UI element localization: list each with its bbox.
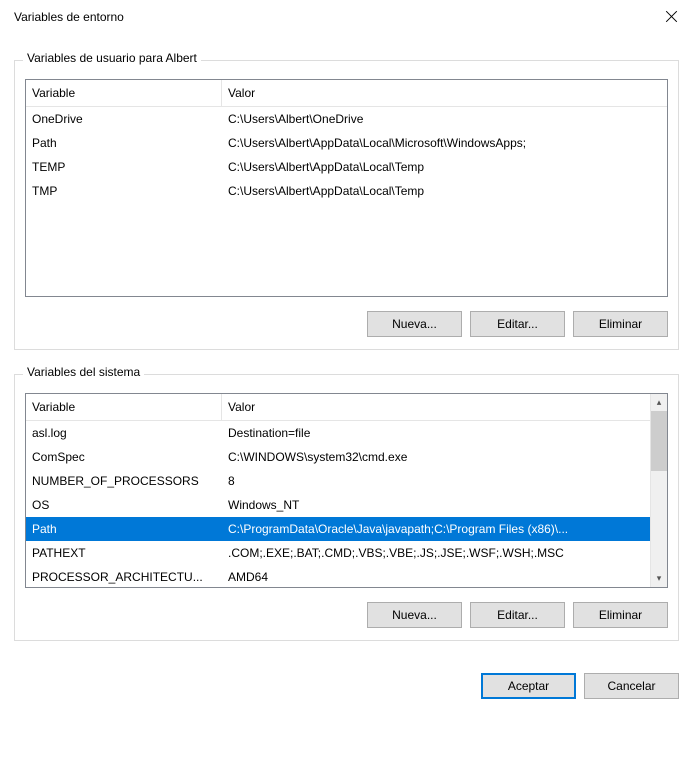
var-value-cell: C:\ProgramData\Oracle\Java\javapath;C:\P… [222, 521, 667, 537]
var-name-cell: OneDrive [26, 111, 222, 127]
close-icon[interactable] [665, 10, 679, 24]
scroll-thumb[interactable] [651, 411, 667, 471]
scroll-down-icon[interactable]: ▾ [651, 570, 667, 587]
system-vars-header: Variable Valor [26, 394, 667, 421]
column-header-value[interactable]: Valor [222, 80, 667, 106]
var-name-cell: OS [26, 497, 222, 513]
table-row[interactable]: PATHEXT.COM;.EXE;.BAT;.CMD;.VBS;.VBE;.JS… [26, 541, 667, 565]
var-value-cell: 8 [222, 473, 667, 489]
var-value-cell: C:\Users\Albert\AppData\Local\Microsoft\… [222, 135, 667, 151]
var-value-cell: C:\Users\Albert\AppData\Local\Temp [222, 183, 667, 199]
var-name-cell: NUMBER_OF_PROCESSORS [26, 473, 222, 489]
table-row[interactable]: TEMPC:\Users\Albert\AppData\Local\Temp [26, 155, 667, 179]
dialog-buttons: Aceptar Cancelar [0, 653, 693, 711]
user-vars-body: OneDriveC:\Users\Albert\OneDrivePathC:\U… [26, 107, 667, 296]
table-row[interactable]: PathC:\ProgramData\Oracle\Java\javapath;… [26, 517, 667, 541]
system-vars-buttons: Nueva... Editar... Eliminar [25, 602, 668, 628]
table-row[interactable]: OneDriveC:\Users\Albert\OneDrive [26, 107, 667, 131]
scrollbar[interactable]: ▴ ▾ [650, 394, 667, 587]
table-row[interactable]: PathC:\Users\Albert\AppData\Local\Micros… [26, 131, 667, 155]
user-vars-group: Variables de usuario para Albert Variabl… [14, 60, 679, 350]
column-header-value[interactable]: Valor [222, 394, 667, 420]
user-vars-list[interactable]: Variable Valor OneDriveC:\Users\Albert\O… [25, 79, 668, 297]
system-vars-group-title: Variables del sistema [23, 365, 144, 379]
user-edit-button[interactable]: Editar... [470, 311, 565, 337]
titlebar: Variables de entorno [0, 0, 693, 32]
var-value-cell: C:\Users\Albert\OneDrive [222, 111, 667, 127]
user-delete-button[interactable]: Eliminar [573, 311, 668, 337]
var-value-cell: Destination=file [222, 425, 667, 441]
table-row[interactable]: NUMBER_OF_PROCESSORS8 [26, 469, 667, 493]
var-value-cell: AMD64 [222, 569, 667, 585]
system-vars-body: asl.logDestination=fileComSpecC:\WINDOWS… [26, 421, 667, 587]
var-value-cell: .COM;.EXE;.BAT;.CMD;.VBS;.VBE;.JS;.JSE;.… [222, 545, 667, 561]
table-row[interactable]: OSWindows_NT [26, 493, 667, 517]
system-edit-button[interactable]: Editar... [470, 602, 565, 628]
user-vars-header: Variable Valor [26, 80, 667, 107]
table-row[interactable]: TMPC:\Users\Albert\AppData\Local\Temp [26, 179, 667, 203]
dialog-content: Variables de usuario para Albert Variabl… [0, 32, 693, 653]
user-vars-group-title: Variables de usuario para Albert [23, 51, 201, 65]
scroll-up-icon[interactable]: ▴ [651, 394, 667, 411]
var-value-cell: C:\Users\Albert\AppData\Local\Temp [222, 159, 667, 175]
table-row[interactable]: ComSpecC:\WINDOWS\system32\cmd.exe [26, 445, 667, 469]
system-vars-group: Variables del sistema Variable Valor asl… [14, 374, 679, 641]
var-value-cell: Windows_NT [222, 497, 667, 513]
table-row[interactable]: PROCESSOR_ARCHITECTU...AMD64 [26, 565, 667, 587]
table-row[interactable]: asl.logDestination=file [26, 421, 667, 445]
var-name-cell: Path [26, 135, 222, 151]
column-header-variable[interactable]: Variable [26, 80, 222, 106]
var-name-cell: PROCESSOR_ARCHITECTU... [26, 569, 222, 585]
var-name-cell: TMP [26, 183, 222, 199]
var-name-cell: ComSpec [26, 449, 222, 465]
var-name-cell: asl.log [26, 425, 222, 441]
user-vars-buttons: Nueva... Editar... Eliminar [25, 311, 668, 337]
system-new-button[interactable]: Nueva... [367, 602, 462, 628]
cancel-button[interactable]: Cancelar [584, 673, 679, 699]
var-value-cell: C:\WINDOWS\system32\cmd.exe [222, 449, 667, 465]
user-new-button[interactable]: Nueva... [367, 311, 462, 337]
window-title: Variables de entorno [14, 10, 124, 24]
system-vars-list[interactable]: Variable Valor asl.logDestination=fileCo… [25, 393, 668, 588]
column-header-variable[interactable]: Variable [26, 394, 222, 420]
ok-button[interactable]: Aceptar [481, 673, 576, 699]
var-name-cell: Path [26, 521, 222, 537]
var-name-cell: PATHEXT [26, 545, 222, 561]
system-delete-button[interactable]: Eliminar [573, 602, 668, 628]
var-name-cell: TEMP [26, 159, 222, 175]
